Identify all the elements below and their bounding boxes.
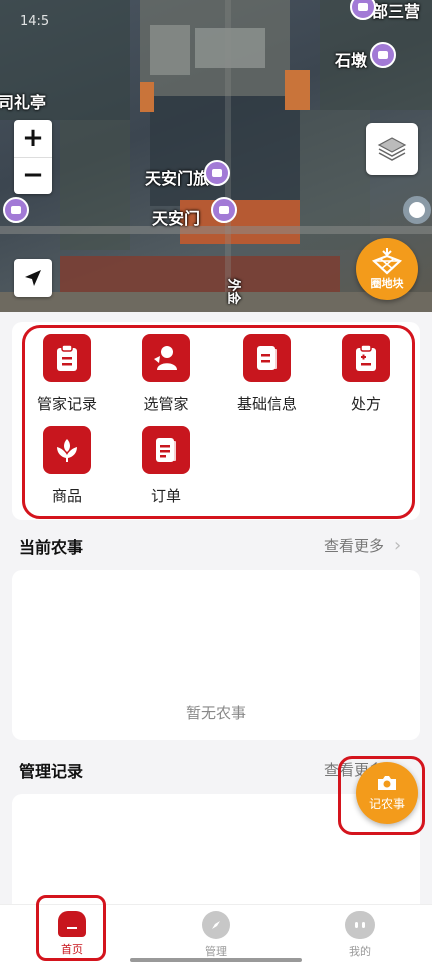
layers-icon [377, 137, 407, 161]
profile-icon [345, 911, 375, 939]
map-label-top-right: 部三营 [372, 2, 421, 21]
person-icon [142, 334, 190, 382]
empty-state-text: 暂无农事 [185, 704, 246, 722]
draw-parcel-button[interactable]: 圈地块 [356, 238, 418, 300]
map-marker-icon[interactable] [403, 196, 431, 224]
map-poi-icon[interactable] [3, 197, 29, 223]
status-time: 14:5 [20, 14, 50, 29]
map-wall [60, 256, 340, 292]
camera-icon [378, 776, 396, 790]
chevron-right-icon: › [394, 535, 402, 556]
map-poi-icon[interactable] [211, 197, 237, 223]
map-street [0, 292, 432, 312]
map-label-shidun: 石墩 [335, 51, 368, 70]
menu-item-label: 基础信息 [236, 395, 297, 413]
map-roof [140, 82, 154, 112]
map-building [150, 25, 190, 75]
menu-item-label: 商品 [51, 487, 82, 505]
menu-item-basic-info[interactable]: 基础信息 [217, 334, 317, 414]
current-farm-title: 当前农事 [19, 538, 84, 557]
tab-label: 我的 [349, 945, 371, 958]
bottom-tab-bar: 首页 管理 我的 [0, 904, 432, 964]
zoom-out-button[interactable]: − [14, 157, 52, 193]
menu-item-prescription[interactable]: 处方 [316, 334, 416, 414]
clipboard-icon [43, 334, 91, 382]
compass-icon [202, 911, 230, 939]
tab-home[interactable]: 首页 [32, 911, 112, 957]
tab-label: 管理 [205, 945, 227, 958]
satellite-map[interactable]: 14:5 部三营 石墩 司礼亭 天安门旅 天安门 外金 + − 圈地块 [0, 0, 432, 312]
menu-item-label: 管家记录 [36, 395, 97, 413]
draw-parcel-label: 圈地块 [370, 277, 404, 290]
tab-mine[interactable]: 我的 [320, 911, 400, 959]
map-label-tiananmen-tour: 天安门旅 [145, 169, 210, 188]
zoom-in-button[interactable]: + [14, 121, 52, 157]
menu-item-label: 处方 [350, 395, 381, 413]
order-icon [142, 426, 190, 474]
map-poi-icon[interactable] [370, 42, 396, 68]
navigation-arrow-icon [25, 270, 41, 286]
prescription-icon [342, 334, 390, 382]
system-home-indicator[interactable] [130, 958, 302, 962]
map-roof [285, 70, 310, 110]
document-icon [243, 334, 291, 382]
map-road [0, 226, 432, 234]
management-records-title: 管理记录 [19, 762, 84, 781]
record-farm-work-label: 记农事 [368, 797, 405, 811]
zoom-control: + − [14, 120, 52, 194]
menu-item-steward-records[interactable]: 管家记录 [17, 334, 117, 414]
current-farm-card: 暂无农事 [12, 570, 420, 740]
map-road [225, 0, 231, 312]
map-label-bottom-road: 外金 [225, 278, 241, 305]
more-link-label: 查看更多 [324, 537, 385, 555]
menu-item-choose-steward[interactable]: 选管家 [116, 334, 216, 414]
map-label-left-edge: 司礼亭 [0, 93, 47, 112]
wheat-icon [43, 426, 91, 474]
menu-item-label: 选管家 [143, 395, 189, 413]
management-records-card [12, 794, 420, 914]
tab-manage[interactable]: 管理 [176, 911, 256, 959]
menu-item-orders[interactable]: 订单 [116, 426, 216, 506]
map-poi-icon[interactable] [204, 160, 230, 186]
home-icon [58, 911, 86, 937]
menu-item-label: 订单 [150, 487, 181, 505]
menu-item-goods[interactable]: 商品 [17, 426, 117, 506]
map-label-tiananmen: 天安门 [152, 209, 201, 228]
parcel-grid-icon [371, 248, 403, 275]
current-farm-more-link[interactable]: 查看更多 › [324, 535, 401, 556]
layers-button[interactable] [366, 123, 418, 175]
tab-label: 首页 [61, 943, 83, 956]
locate-button[interactable] [14, 259, 52, 297]
record-farm-work-button[interactable]: 记农事 [356, 762, 418, 824]
